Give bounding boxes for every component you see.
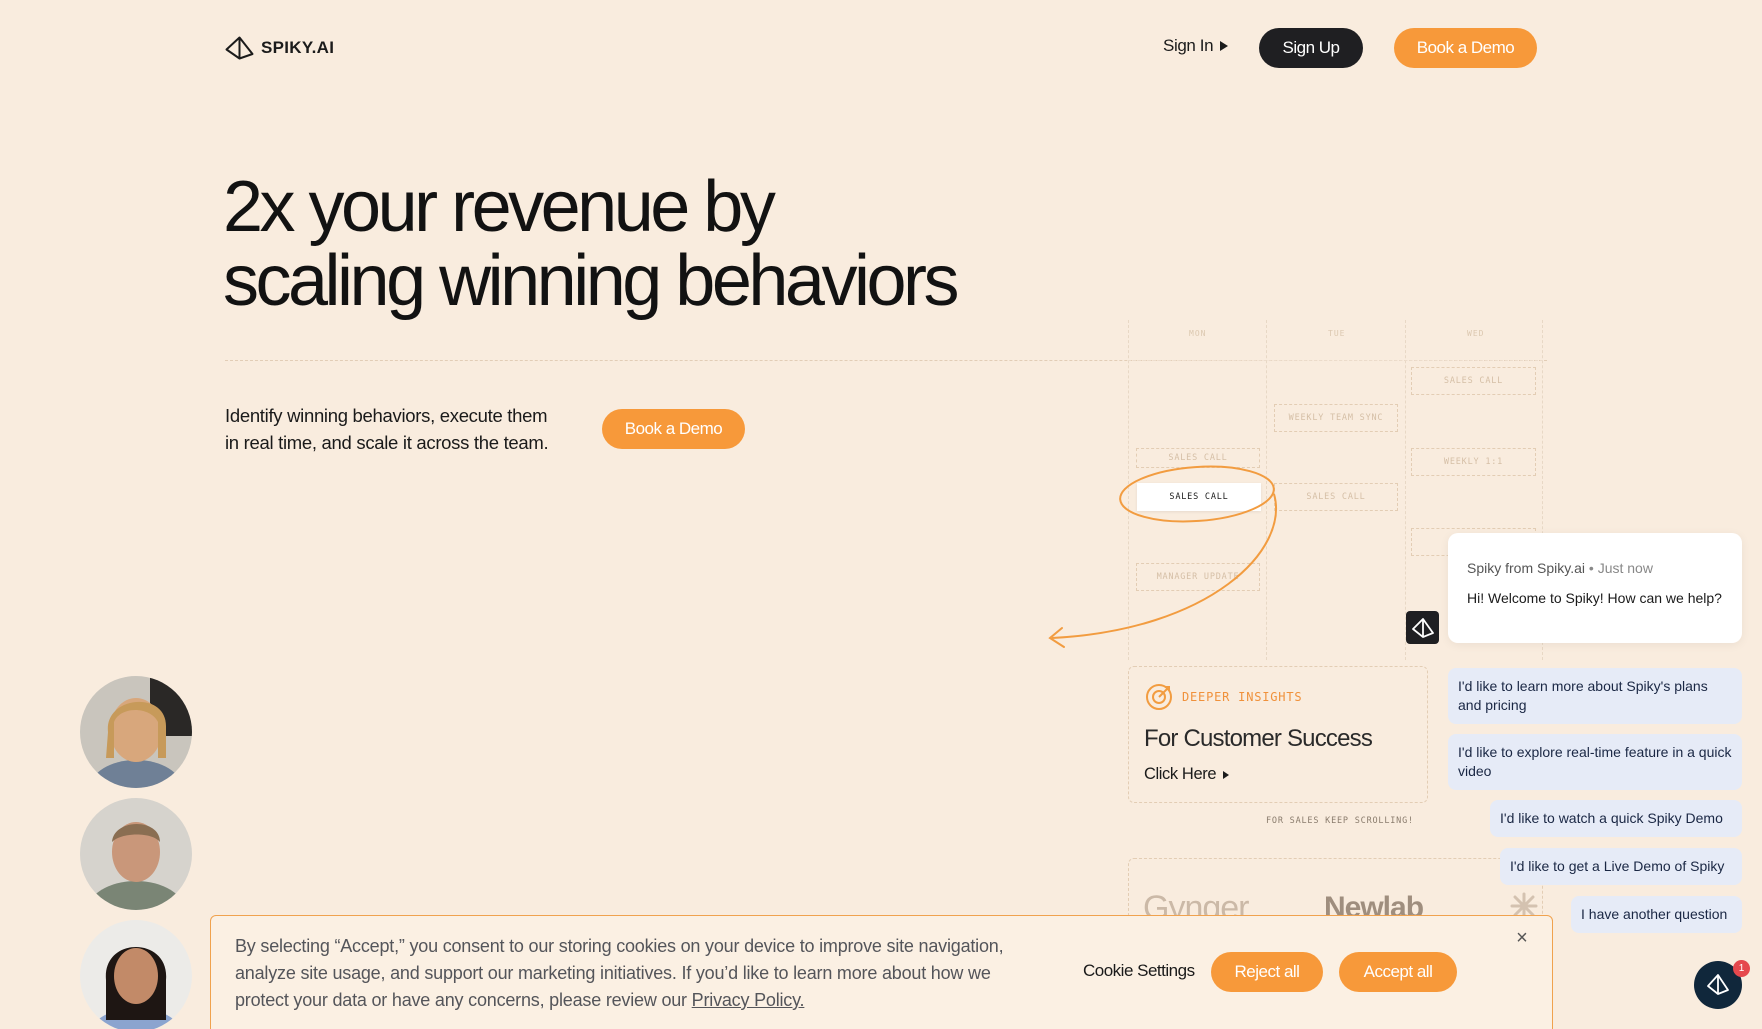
reject-all-button[interactable]: Reject all	[1211, 952, 1323, 992]
logo-text: SPIKY.AI	[261, 38, 335, 57]
chat-timestamp: Just now	[1597, 560, 1653, 576]
event-weekly-team-sync: WEEKLY TEAM SYNC	[1274, 404, 1398, 432]
chat-sender-name: Spiky from Spiky.ai	[1467, 560, 1585, 576]
chat-reply-pricing[interactable]: I'd like to learn more about Spiky's pla…	[1448, 668, 1742, 724]
calendar-day-wed: WED	[1467, 329, 1485, 338]
testimonial-avatar-1	[80, 676, 192, 788]
hero-subtitle: Identify winning behaviors, execute them…	[225, 405, 549, 453]
play-arrow-icon	[1220, 41, 1229, 51]
deeper-insights-card[interactable]: DEEPER INSIGHTS For Customer Success Cli…	[1128, 666, 1428, 803]
swirl-arrow-icon	[1048, 465, 1277, 648]
chat-bot-avatar	[1406, 611, 1439, 644]
insights-link-label: Click Here	[1144, 765, 1217, 783]
hero-title-line-1: 2x your revenue by	[223, 167, 776, 247]
spiky-logo-icon	[1411, 617, 1434, 638]
cookie-text: By selecting “Accept,” you consent to ou…	[235, 933, 1025, 1014]
calendar-row-line	[1128, 360, 1543, 361]
person-avatar-icon	[80, 676, 192, 788]
hero-title: 2x your revenue by scaling winning behav…	[223, 170, 1123, 318]
insights-label-row: DEEPER INSIGHTS	[1144, 682, 1302, 712]
hero-title-line-2: scaling winning behaviors	[223, 241, 959, 321]
nav-book-demo-button[interactable]: Book a Demo	[1394, 28, 1537, 68]
chat-reply-watch-demo[interactable]: I'd like to watch a quick Spiky Demo	[1490, 800, 1742, 837]
insights-title: For Customer Success	[1144, 725, 1373, 752]
hero-book-demo-button[interactable]: Book a Demo	[602, 409, 745, 449]
calendar-day-mon: MON	[1189, 329, 1207, 338]
spiky-logo-icon	[225, 36, 254, 60]
chat-message-card: Spiky from Spiky.ai • Just now Hi! Welco…	[1448, 533, 1742, 643]
chat-separator: •	[1588, 560, 1598, 576]
insights-click-here-link[interactable]: Click Here	[1144, 765, 1230, 784]
cookie-message: By selecting “Accept,” you consent to ou…	[235, 936, 1004, 1010]
chat-reply-realtime-video[interactable]: I'd like to explore real-time feature in…	[1448, 734, 1742, 790]
event-weekly-1-1: WEEKLY 1:1	[1411, 448, 1536, 476]
sign-in-link[interactable]: Sign In	[1163, 36, 1229, 56]
close-icon[interactable]: ×	[1513, 928, 1531, 948]
person-avatar-icon	[80, 798, 192, 910]
chat-reply-live-demo[interactable]: I'd like to get a Live Demo of Spiky	[1500, 848, 1742, 885]
scroll-hint: FOR SALES KEEP SCROLLING!	[1266, 816, 1414, 826]
insights-label: DEEPER INSIGHTS	[1182, 690, 1303, 704]
testimonial-avatar-3	[80, 920, 192, 1029]
target-icon	[1146, 684, 1172, 710]
calendar-day-tue: TUE	[1328, 329, 1346, 338]
cookie-settings-button[interactable]: Cookie Settings	[1083, 961, 1195, 981]
chat-sender: Spiky from Spiky.ai • Just now	[1467, 560, 1653, 576]
unread-badge: 1	[1733, 960, 1750, 977]
spiky-logo-icon	[1707, 974, 1729, 995]
calendar-column	[1405, 320, 1406, 660]
accept-all-button[interactable]: Accept all	[1339, 952, 1457, 992]
testimonial-avatar-2	[80, 798, 192, 910]
privacy-policy-link[interactable]: Privacy Policy.	[692, 990, 805, 1010]
sign-up-button[interactable]: Sign Up	[1259, 28, 1363, 68]
brand-logo[interactable]: SPIKY.AI	[225, 36, 334, 60]
sign-in-label: Sign In	[1163, 36, 1214, 55]
chat-message: Hi! Welcome to Spiky! How can we help?	[1467, 590, 1722, 606]
chat-reply-other-question[interactable]: I have another question	[1571, 896, 1742, 933]
person-avatar-icon	[80, 920, 192, 1029]
cookie-banner: By selecting “Accept,” you consent to ou…	[210, 915, 1553, 1029]
play-arrow-icon	[1223, 770, 1230, 779]
event-wed-sales-call: SALES CALL	[1411, 367, 1536, 395]
event-tue-sales-call: SALES CALL	[1274, 483, 1398, 511]
